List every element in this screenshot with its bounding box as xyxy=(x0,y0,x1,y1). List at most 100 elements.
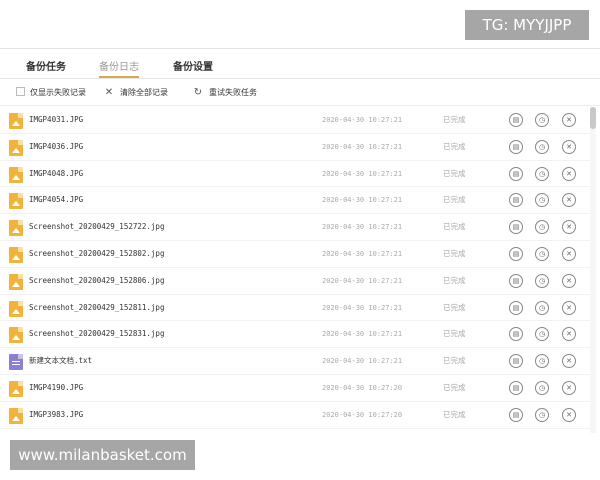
status-text: 已完成 xyxy=(443,168,466,178)
view-icon[interactable]: ◷ xyxy=(535,220,549,235)
open-folder-icon[interactable]: ▤ xyxy=(509,354,523,369)
image-file-icon xyxy=(9,193,23,210)
file-time: 2020-04-30 10:27:20 xyxy=(322,383,403,392)
tab-backup-log[interactable]: 备份日志 xyxy=(99,58,139,78)
file-name: IMGP3983.JPG xyxy=(29,409,84,419)
view-icon[interactable]: ◷ xyxy=(535,166,549,181)
view-icon[interactable]: ◷ xyxy=(535,407,549,422)
delete-icon[interactable]: ✕ xyxy=(562,354,576,369)
clear-all-button[interactable]: ✕ 清除全部记录 xyxy=(104,86,168,100)
open-folder-icon[interactable]: ▤ xyxy=(509,220,523,235)
file-time: 2020-04-30 10:27:21 xyxy=(322,223,403,232)
table-row[interactable]: Screenshot_20200429_152831.jpg 2020-04-30… xyxy=(0,321,592,349)
open-folder-icon[interactable]: ▤ xyxy=(509,300,523,315)
open-folder-icon[interactable]: ▤ xyxy=(509,246,523,261)
open-folder-icon[interactable]: ▤ xyxy=(509,273,523,288)
file-name: IMGP4048.JPG xyxy=(29,168,84,178)
open-folder-icon[interactable]: ▤ xyxy=(509,193,523,208)
file-name: Screenshot_20200429_152806.jpg xyxy=(29,275,165,285)
status-text: 已完成 xyxy=(443,275,466,285)
delete-icon[interactable]: ✕ xyxy=(562,407,576,422)
delete-icon[interactable]: ✕ xyxy=(562,166,576,181)
file-name: 新建文本文档.txt xyxy=(29,356,93,366)
delete-icon[interactable]: ✕ xyxy=(562,300,576,315)
delete-icon[interactable]: ✕ xyxy=(562,193,576,208)
tab-backup-tasks[interactable]: 备份任务 xyxy=(26,58,66,78)
open-folder-icon[interactable]: ▤ xyxy=(509,139,523,154)
table-row[interactable]: IMGP4190.JPG 2020-04-30 10:27:20 已完成 ▤ ◷ ✕ xyxy=(0,375,592,402)
delete-icon[interactable]: ✕ xyxy=(562,246,576,261)
delete-icon[interactable]: ✕ xyxy=(562,273,576,288)
image-file-icon xyxy=(9,380,23,397)
only-failed-label: 仅显示失败记录 xyxy=(30,88,86,97)
image-file-icon xyxy=(9,220,23,237)
delete-icon[interactable]: ✕ xyxy=(562,139,576,154)
view-icon[interactable]: ◷ xyxy=(535,139,549,154)
backup-window: 备份任务 备份日志 备份设置 仅显示失败记录 ✕ 清除全部记录 ↻ 重试失败任务 I… xyxy=(0,48,600,433)
table-row[interactable]: IMGP4031.JPG 2020-04-30 10:27:21 已完成 ▤ ◷ ✕ xyxy=(0,107,592,134)
status-text: 已完成 xyxy=(443,248,466,258)
view-icon[interactable]: ◷ xyxy=(535,246,549,261)
image-file-icon xyxy=(9,273,23,290)
status-text: 已完成 xyxy=(443,195,466,205)
table-row[interactable]: 新建文本文档.txt 2020-04-30 10:27:21 已完成 ▤ ◷ ✕ xyxy=(0,348,592,375)
image-file-icon xyxy=(9,246,23,263)
table-row[interactable]: Screenshot_20200429_152806.jpg 2020-04-30… xyxy=(0,268,592,295)
status-text: 已完成 xyxy=(443,382,466,392)
view-icon[interactable]: ◷ xyxy=(535,327,549,342)
open-folder-icon[interactable]: ▤ xyxy=(509,327,523,342)
only-failed-toggle[interactable]: 仅显示失败记录 xyxy=(16,86,86,100)
status-text: 已完成 xyxy=(443,329,466,339)
status-text: 已完成 xyxy=(443,356,466,366)
log-toolbar: 仅显示失败记录 ✕ 清除全部记录 ↻ 重试失败任务 xyxy=(0,80,600,106)
view-icon[interactable]: ◷ xyxy=(535,113,549,127)
watermark-bottom: www.milanbasket.com xyxy=(10,440,195,470)
image-file-icon xyxy=(9,327,23,344)
table-row[interactable]: IMGP4048.JPG 2020-04-30 10:27:21 已完成 ▤ ◷ ✕ xyxy=(0,161,592,188)
status-text: 已完成 xyxy=(443,141,466,151)
table-row[interactable]: IMGP4054.JPG 2020-04-30 10:27:21 已完成 ▤ ◷ ✕ xyxy=(0,187,592,215)
view-icon[interactable]: ◷ xyxy=(535,354,549,369)
table-row[interactable]: IMGP4036.JPG 2020-04-30 10:27:21 已完成 ▤ ◷ ✕ xyxy=(0,134,592,161)
open-folder-icon[interactable]: ▤ xyxy=(509,380,523,395)
view-icon[interactable]: ◷ xyxy=(535,380,549,395)
tab-bar: 备份任务 备份日志 备份设置 xyxy=(0,49,600,79)
file-name: IMGP4054.JPG xyxy=(29,195,84,205)
file-name: Screenshot_20200429_152811.jpg xyxy=(29,302,165,312)
status-text: 已完成 xyxy=(443,302,466,312)
view-icon[interactable]: ◷ xyxy=(535,300,549,315)
log-list: IMGP4031.JPG 2020-04-30 10:27:21 已完成 ▤ ◷ ✕ IMG… xyxy=(0,107,592,433)
file-time: 2020-04-30 10:27:20 xyxy=(322,410,403,419)
open-folder-icon[interactable]: ▤ xyxy=(509,166,523,181)
delete-icon[interactable]: ✕ xyxy=(562,327,576,342)
retry-failed-label: 重试失败任务 xyxy=(209,88,257,97)
table-row[interactable]: Screenshot_20200429_152811.jpg 2020-04-30… xyxy=(0,295,592,322)
file-name: IMGP4190.JPG xyxy=(29,382,84,392)
tab-backup-settings[interactable]: 备份设置 xyxy=(173,58,213,78)
file-time: 2020-04-30 10:27:21 xyxy=(322,330,403,339)
refresh-icon: ↻ xyxy=(193,87,203,98)
scroll-thumb[interactable] xyxy=(590,107,596,129)
open-folder-icon[interactable]: ▤ xyxy=(509,113,523,127)
view-icon[interactable]: ◷ xyxy=(535,193,549,208)
open-folder-icon[interactable]: ▤ xyxy=(509,407,523,422)
image-file-icon xyxy=(9,113,23,129)
scrollbar[interactable] xyxy=(590,107,596,433)
delete-icon[interactable]: ✕ xyxy=(562,113,576,127)
retry-failed-button[interactable]: ↻ 重试失败任务 xyxy=(193,86,257,100)
file-time: 2020-04-30 10:27:21 xyxy=(322,303,403,312)
file-time: 2020-04-30 10:27:21 xyxy=(322,249,403,258)
table-row[interactable]: Screenshot_20200429_152722.jpg 2020-04-30… xyxy=(0,214,592,241)
table-row[interactable]: IMGP3983.JPG 2020-04-30 10:27:20 已完成 ▤ ◷ ✕ xyxy=(0,402,592,429)
file-time: 2020-04-30 10:27:21 xyxy=(322,276,403,285)
file-name: Screenshot_20200429_152722.jpg xyxy=(29,222,165,232)
delete-icon[interactable]: ✕ xyxy=(562,380,576,395)
file-time: 2020-04-30 10:27:21 xyxy=(322,169,403,178)
checkbox-icon[interactable] xyxy=(16,87,25,96)
status-text: 已完成 xyxy=(443,409,466,419)
table-row[interactable]: Screenshot_20200429_152802.jpg 2020-04-30… xyxy=(0,241,592,268)
file-name: Screenshot_20200429_152831.jpg xyxy=(29,329,165,339)
delete-icon[interactable]: ✕ xyxy=(562,220,576,235)
close-icon: ✕ xyxy=(104,87,114,98)
view-icon[interactable]: ◷ xyxy=(535,273,549,288)
